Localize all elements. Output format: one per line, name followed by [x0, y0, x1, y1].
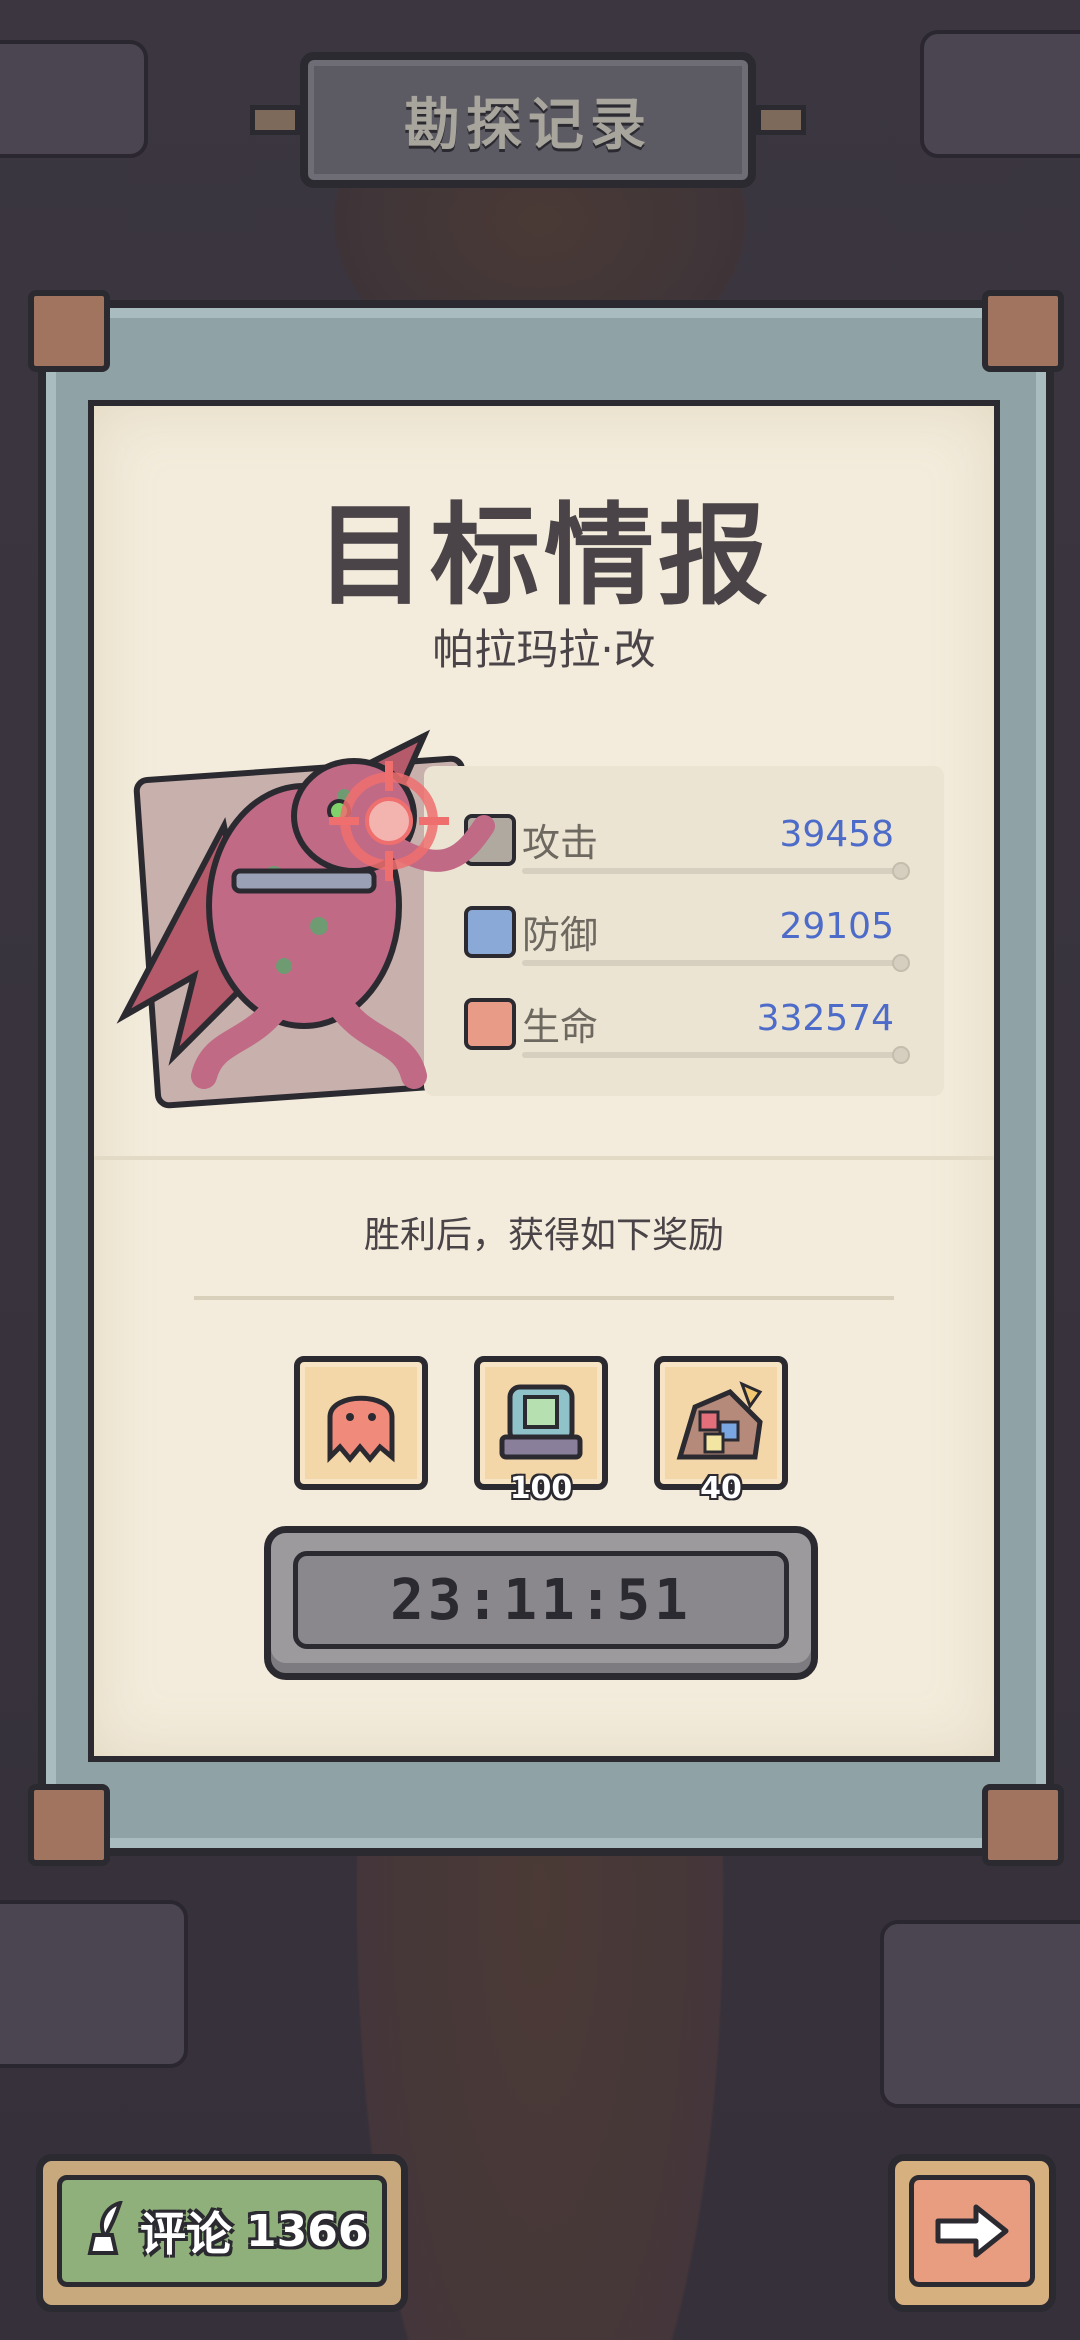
frame-corner [982, 1784, 1064, 1866]
reward-caption: 胜利后，获得如下奖励 [363, 1215, 724, 1256]
background-rock [880, 1920, 1080, 2108]
reward-count: 40 [700, 1471, 742, 1506]
arrow-right-icon [935, 2204, 1009, 2258]
stat-bar [522, 1046, 910, 1064]
quill-ink-icon [87, 2201, 123, 2255]
reward-count: 100 [509, 1471, 573, 1506]
reward-item[interactable]: 100 [474, 1356, 608, 1506]
page-title: 勘探记录 [404, 92, 652, 158]
countdown-timer: 23:11:51 [390, 1567, 692, 1633]
stat-value: 29105 [779, 906, 894, 947]
background-rock [0, 1900, 188, 2068]
next-button[interactable] [888, 2154, 1056, 2312]
reward-item[interactable] [294, 1356, 428, 1490]
background-rock [0, 40, 148, 158]
stat-row-defense: 防御 29105 [464, 898, 910, 972]
next-button-face [909, 2175, 1035, 2287]
stat-value: 39458 [779, 814, 894, 855]
reward-underline [194, 1296, 894, 1300]
pink-ghost-icon [327, 1395, 395, 1464]
countdown-display: 23:11:51 [293, 1551, 789, 1649]
monster-illustration [116, 729, 495, 1089]
comment-button-face: 评论 1366 [57, 2175, 387, 2287]
stat-row-hp: 生命 332574 [464, 990, 910, 1064]
page-title-plaque: 勘探记录 [300, 52, 756, 188]
section-divider [94, 1156, 994, 1160]
stat-row-attack: 攻击 39458 [464, 806, 910, 880]
stat-label: 防御 [522, 913, 599, 957]
intel-paper: 目标情报 帕拉玛拉·改 攻击 39458 防御 29105 生命 332574 [88, 400, 1000, 1762]
intel-title: 目标情报 [316, 492, 772, 620]
frame-corner [28, 290, 110, 372]
stat-value: 332574 [756, 998, 894, 1039]
stat-bar [522, 862, 910, 880]
stat-bar [522, 954, 910, 972]
comment-count: 1366 [246, 2205, 369, 2257]
gem-pile-icon [676, 1381, 763, 1460]
background-rock [920, 30, 1080, 158]
stat-label: 生命 [522, 1005, 599, 1049]
target-name: 帕拉玛拉·改 [432, 625, 656, 674]
comment-label: 评论 [140, 2207, 232, 2261]
frame-corner [982, 290, 1064, 372]
machine-part-icon [499, 1384, 583, 1460]
comment-button[interactable]: 评论 1366 [36, 2154, 408, 2312]
frame-corner [28, 1784, 110, 1866]
reward-item[interactable]: 40 [654, 1356, 788, 1506]
stat-label: 攻击 [522, 821, 599, 865]
countdown-button[interactable]: 23:11:51 [264, 1526, 818, 1680]
